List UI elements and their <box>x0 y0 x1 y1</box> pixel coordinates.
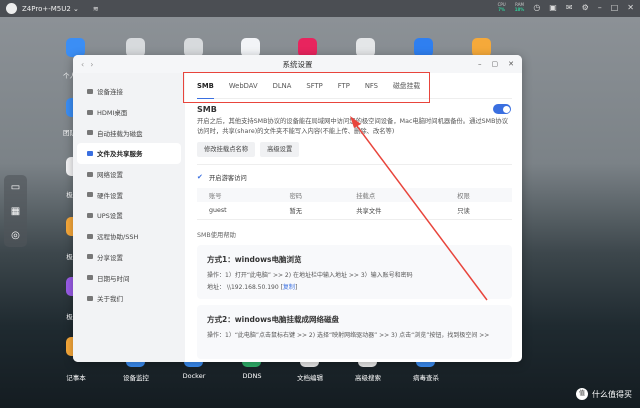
annotation-arrow <box>350 116 488 301</box>
watermark-logo-icon: 值 <box>576 388 588 400</box>
watermark-text: 什么值得买 <box>592 389 632 399</box>
watermark: 值什么值得买 <box>576 388 632 400</box>
